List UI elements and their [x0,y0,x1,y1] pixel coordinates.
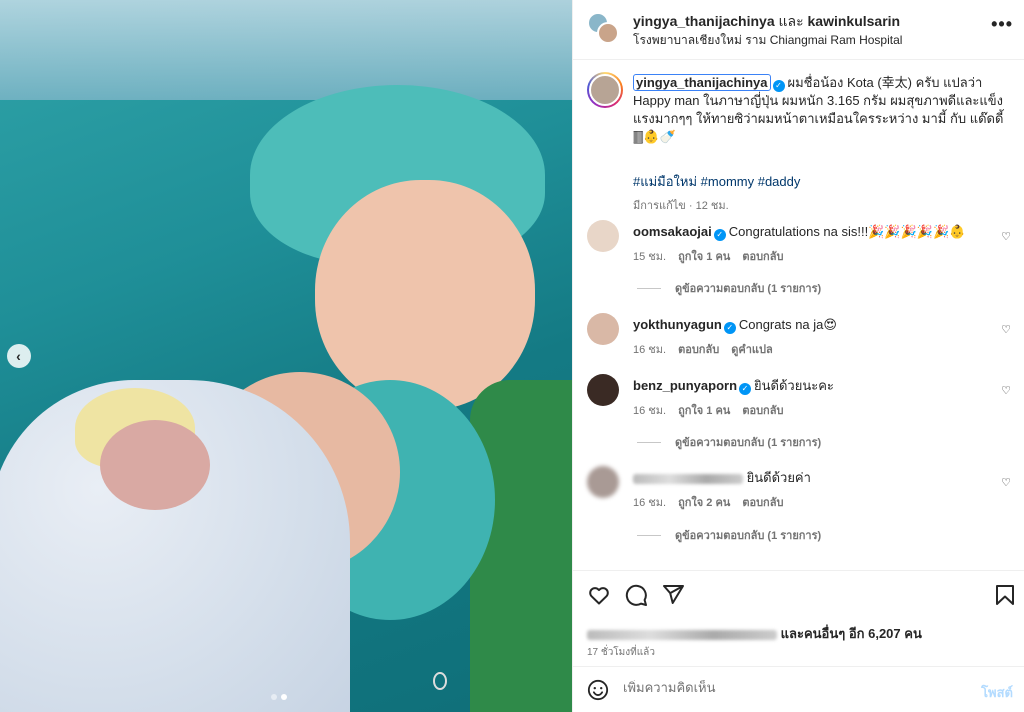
photo-dad-face [315,180,535,410]
comment-likes[interactable]: ถูกใจ 1 คน [678,405,730,417]
comment-time: 16 ชม. [633,344,667,356]
comment-input[interactable] [623,680,963,695]
comment-text: Congratulations na sis!!!🎉🎉🎉🎉🎉👶 [728,224,966,239]
caption-edited-time: มีการแก้ไข · 12 ชม. [633,200,729,212]
comment-text: Congrats na ja😍 [738,317,837,332]
post-authors: yingya_thanijachinya และ kawinkulsarin [633,11,900,33]
view-replies-button[interactable]: ดูข้อความตอบกลับ (1 รายการ) [637,433,821,451]
chevron-left-icon: ‹ [16,348,21,364]
avatar [597,22,619,44]
view-replies-label: ดูข้อความตอบกลับ (1 รายการ) [675,283,822,295]
bookmark-icon[interactable] [993,583,1017,607]
comment-likes[interactable]: ถูกใจ 2 คน [678,497,730,509]
heart-icon[interactable]: ♡ [1001,323,1011,336]
comment-username[interactable]: benz_punyaporn [633,378,737,393]
caption-hashtags[interactable]: #แม่มือใหม่ #mommy #daddy [633,171,800,192]
redacted-liker [587,629,777,640]
caption-username[interactable]: yingya_thanijachinya [633,74,771,91]
author-username[interactable]: kawinkulsarin [808,13,901,29]
post-sidebar: yingya_thanijachinya และ kawinkulsarin โ… [572,0,1024,712]
reply-button[interactable]: ตอบกลับ [742,251,783,263]
carousel-dot-active [281,694,287,700]
likes-text: และคนอื่นๆ อีก 6,207 คน [780,626,922,641]
more-options-button[interactable]: ••• [991,14,1013,35]
add-comment-bar: โพสต์ [573,666,1024,712]
comment-username[interactable]: yokthunyagun [633,317,722,332]
author-username[interactable]: yingya_thanijachinya [633,13,775,29]
post-time: 17 ชั่วโมงที่แล้ว [587,647,655,658]
verified-badge-icon: ✓ [772,80,785,92]
comment-time: 16 ชม. [633,405,667,417]
post-actions: และคนอื่นๆ อีก 6,207 คน 17 ชั่วโมงที่แล้… [573,570,1024,666]
view-replies-button[interactable]: ดูข้อความตอบกลับ (1 รายการ) [637,526,821,544]
carousel-dot [271,694,277,700]
avatar[interactable] [587,374,619,406]
post-location[interactable]: โรงพยาบาลเชียงใหม่ ราม Chiangmai Ram Hos… [633,31,902,50]
heart-icon[interactable]: ♡ [1001,230,1011,243]
reply-button[interactable]: ตอบกลับ [678,344,719,356]
avatar[interactable] [587,313,619,345]
avatar[interactable] [587,72,623,108]
view-replies-label: ดูข้อความตอบกลับ (1 รายการ) [675,437,822,449]
avatar[interactable] [587,220,619,252]
comment-icon[interactable] [624,583,648,607]
send-icon[interactable] [661,583,685,607]
heart-icon[interactable] [587,583,611,607]
post-photo[interactable]: ‹ [0,0,572,712]
verified-badge-icon: ✓ [723,322,736,334]
photo-baby-face [100,420,210,510]
comment-text: ยินดีด้วยนะคะ [754,378,834,393]
collab-avatars[interactable] [587,12,621,46]
likes-count[interactable]: และคนอื่นๆ อีก 6,207 คน [587,623,922,644]
heart-icon[interactable]: ♡ [1001,476,1011,489]
photo-ring [433,672,447,690]
comment-time: 16 ชม. [633,497,667,509]
comment-text: ยินดีด้วยค่า [746,470,811,485]
reply-button[interactable]: ตอบกลับ [742,497,783,509]
heart-icon[interactable]: ♡ [1001,384,1011,397]
view-replies-button[interactable]: ดูข้อความตอบกลับ (1 รายการ) [637,279,821,297]
verified-badge-icon: ✓ [739,383,752,395]
avatar[interactable] [587,466,619,498]
emoji-icon[interactable] [587,679,609,701]
post-comment-button[interactable]: โพสต์ [981,682,1013,703]
photo-background [0,0,572,100]
view-replies-label: ดูข้อความตอบกลับ (1 รายการ) [675,530,822,542]
comments-thread[interactable]: yingya_thanijachinya ✓ ผมชื่อน้อง Kota (幸太… [573,60,1024,570]
translate-button[interactable]: ดูคำแปล [731,344,773,356]
comment-username[interactable]: oomsakaojai [633,224,712,239]
reply-button[interactable]: ตอบกลับ [742,405,783,417]
carousel-dots [271,694,287,700]
verified-badge-icon: ✓ [713,229,726,241]
comment-likes[interactable]: ถูกใจ 1 คน [678,251,730,263]
carousel-prev-button[interactable]: ‹ [7,344,31,368]
redacted-username [633,473,743,484]
post-header: yingya_thanijachinya และ kawinkulsarin โ… [573,0,1024,60]
author-conjunction: และ [778,13,804,29]
comment-time: 15 ชม. [633,251,667,263]
